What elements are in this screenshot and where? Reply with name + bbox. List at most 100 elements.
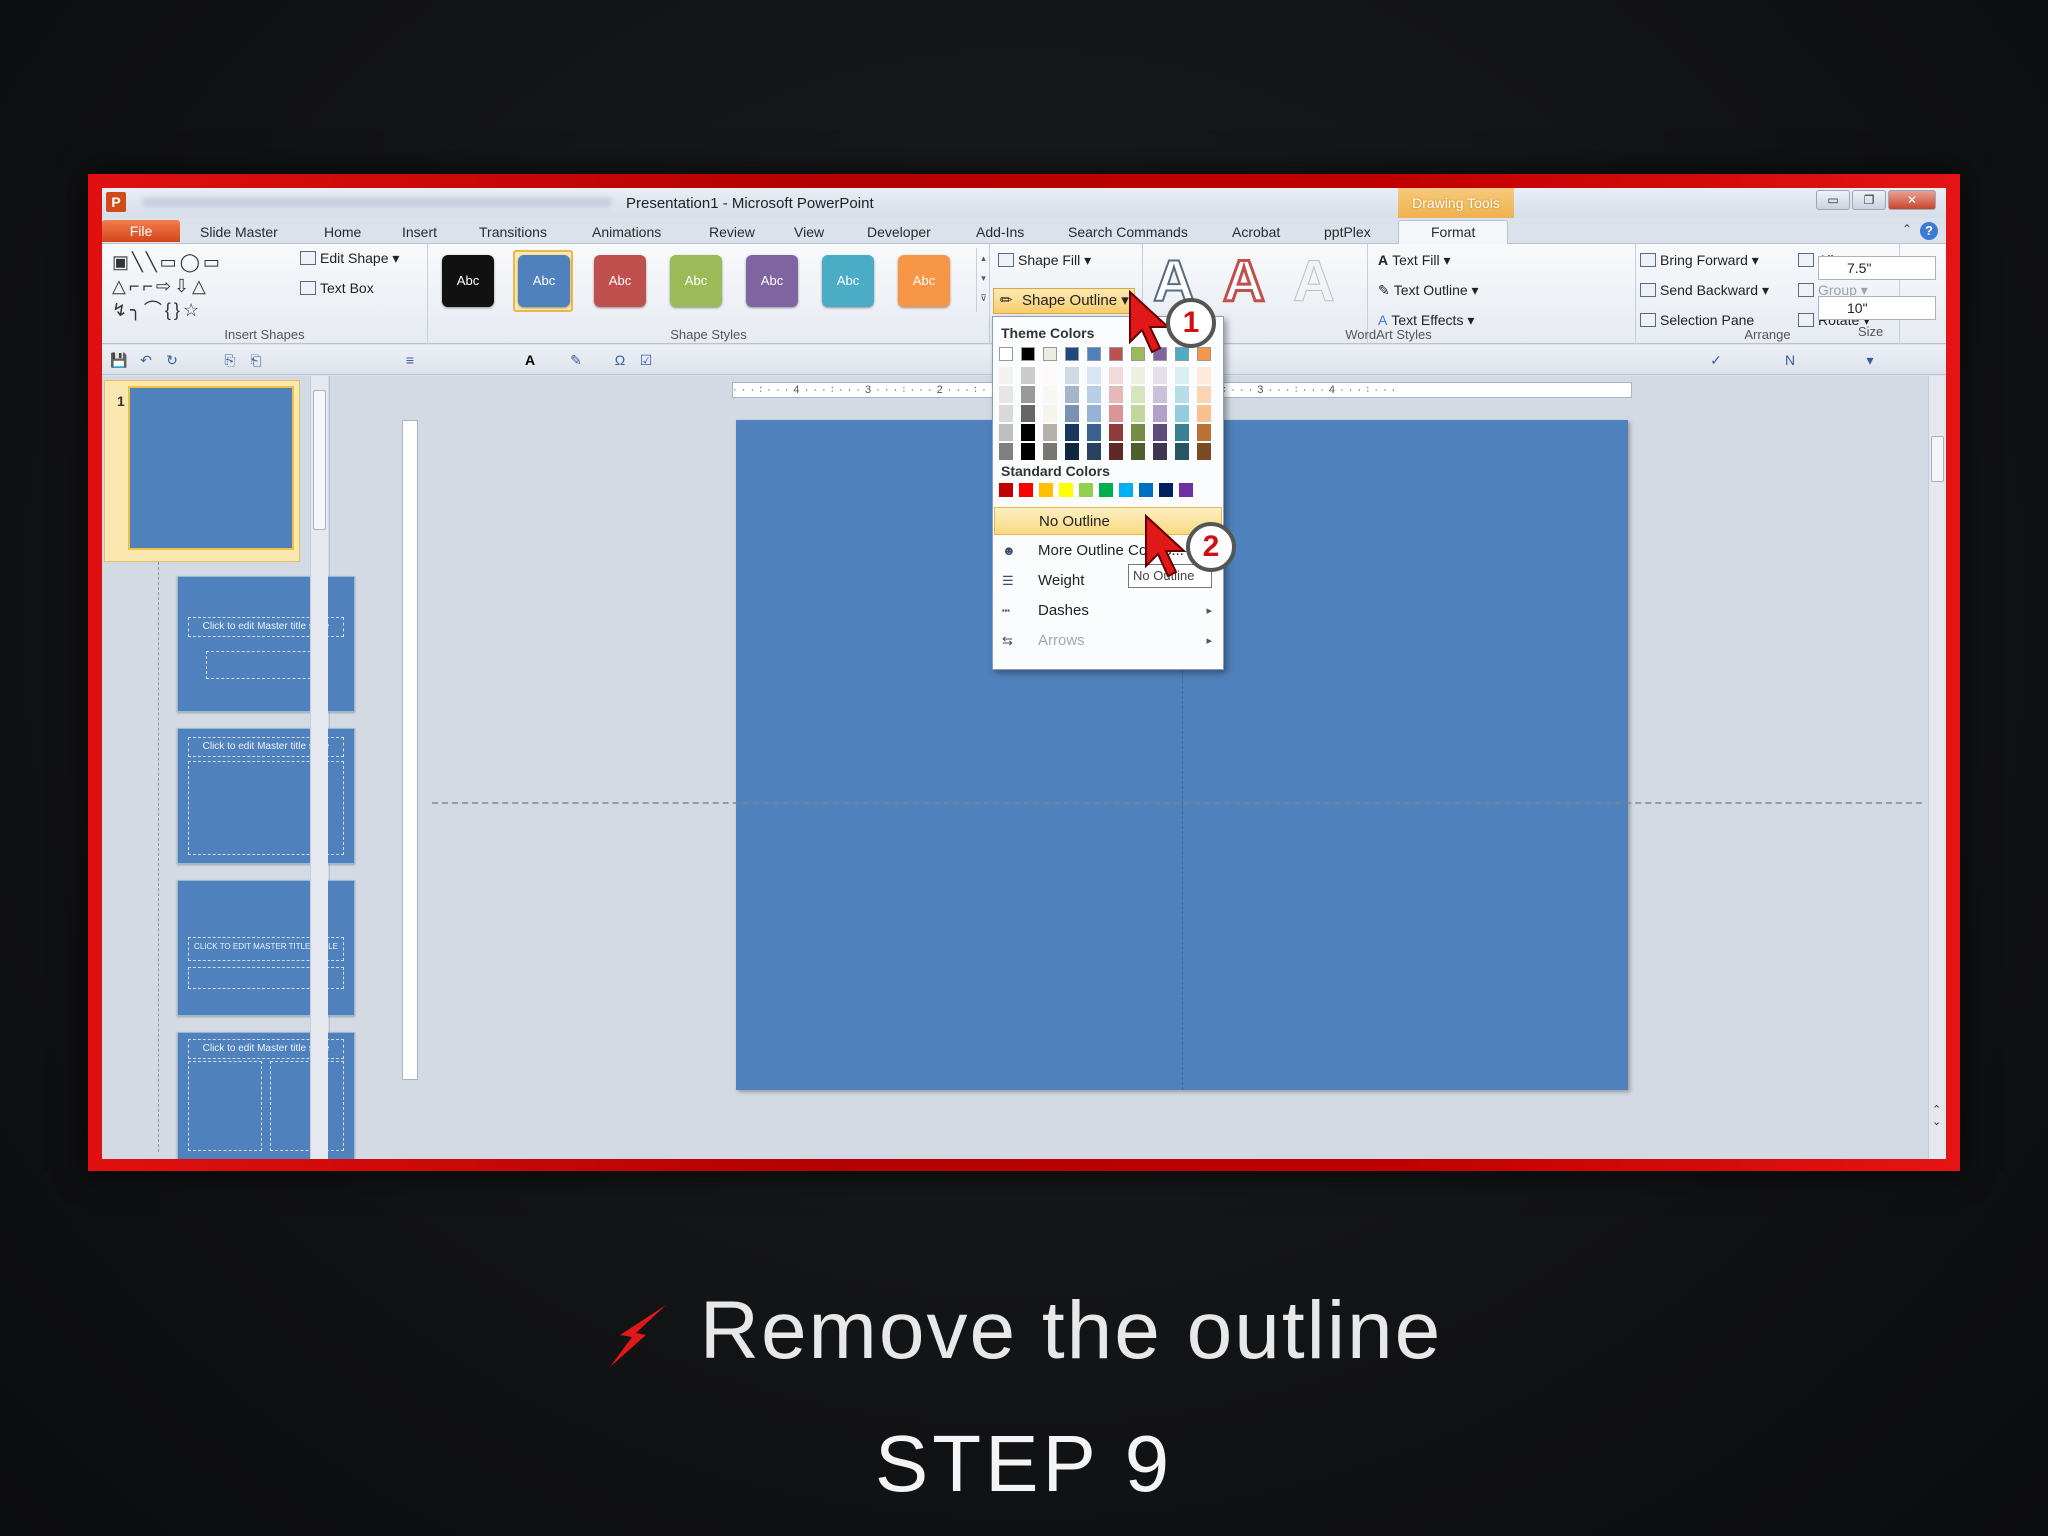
- menu-item-arrows[interactable]: ⇆ Arrows ▸: [994, 627, 1222, 655]
- shape-style-swatch[interactable]: Abc: [746, 255, 798, 307]
- redo-icon[interactable]: ↻: [164, 352, 180, 368]
- onenote-icon[interactable]: N: [1782, 352, 1798, 368]
- theme-color-shade[interactable]: [1065, 443, 1079, 460]
- height-spinner[interactable]: 7.5": [1818, 256, 1936, 280]
- tab-add-ins[interactable]: Add-Ins: [976, 221, 1024, 243]
- theme-color-shade[interactable]: [1065, 386, 1079, 403]
- theme-color-shade[interactable]: [1109, 443, 1123, 460]
- theme-color-shade[interactable]: [1109, 367, 1123, 384]
- theme-color-shade[interactable]: [1087, 386, 1101, 403]
- send-backward-button[interactable]: Send Backward ▾: [1640, 282, 1769, 299]
- theme-color-shade[interactable]: [1175, 367, 1189, 384]
- minimize-ribbon-icon[interactable]: ⌃: [1902, 222, 1912, 236]
- close-icon[interactable]: ✕: [1888, 190, 1936, 210]
- spelling-icon[interactable]: ✓: [1708, 352, 1724, 368]
- standard-color-swatch[interactable]: [1159, 483, 1173, 497]
- thumbnail-scroll-thumb[interactable]: [313, 390, 326, 530]
- tab-animations[interactable]: Animations: [592, 221, 661, 243]
- gallery-scroll[interactable]: ▴ ▾ ⊽: [976, 248, 990, 312]
- layout-thumbnail[interactable]: Click to edit Master title style: [177, 728, 355, 864]
- standard-color-swatch[interactable]: [999, 483, 1013, 497]
- theme-color-shade[interactable]: [1197, 405, 1211, 422]
- tab-pptplex[interactable]: pptPlex: [1324, 221, 1371, 243]
- bring-forward-button[interactable]: Bring Forward ▾: [1640, 252, 1759, 269]
- layout-thumbnail[interactable]: Click to edit Master title style: [177, 1032, 355, 1159]
- standard-color-swatch[interactable]: [1019, 483, 1033, 497]
- standard-color-swatch[interactable]: [1099, 483, 1113, 497]
- shape-style-swatch[interactable]: Abc: [822, 255, 874, 307]
- theme-color-shade[interactable]: [1175, 386, 1189, 403]
- theme-color-shade[interactable]: [1065, 367, 1079, 384]
- standard-color-swatch[interactable]: [1059, 483, 1073, 497]
- theme-color-shade[interactable]: [999, 367, 1013, 384]
- theme-color-swatch[interactable]: [1021, 347, 1035, 361]
- theme-color-shade[interactable]: [1153, 386, 1167, 403]
- minimize-icon[interactable]: ▭: [1816, 190, 1850, 210]
- theme-color-shade[interactable]: [1087, 367, 1101, 384]
- theme-color-shade[interactable]: [1131, 367, 1145, 384]
- edit-shape-button[interactable]: Edit Shape ▾: [300, 250, 399, 267]
- theme-color-shade[interactable]: [1197, 443, 1211, 460]
- standard-color-swatch[interactable]: [1119, 483, 1133, 497]
- theme-color-shade[interactable]: [1109, 405, 1123, 422]
- theme-color-shade[interactable]: [1043, 405, 1057, 422]
- tab-insert[interactable]: Insert: [402, 221, 437, 243]
- shape-style-swatch[interactable]: Abc: [898, 255, 950, 307]
- horizontal-guide[interactable]: [432, 802, 1922, 804]
- font-color-icon[interactable]: A: [522, 352, 538, 368]
- theme-color-shade[interactable]: [1131, 405, 1145, 422]
- shape-style-swatch[interactable]: Abc: [518, 255, 570, 307]
- powerpoint-app-icon[interactable]: P: [106, 192, 126, 212]
- layout-thumbnail[interactable]: Click to edit Master title style: [177, 576, 355, 712]
- checkbox-icon[interactable]: ☑: [638, 352, 654, 368]
- text-fill-button[interactable]: A Text Fill ▾: [1378, 252, 1451, 269]
- theme-color-shade[interactable]: [1021, 443, 1035, 460]
- theme-color-shade[interactable]: [1175, 424, 1189, 441]
- thumbnail-scrollbar[interactable]: [310, 376, 328, 1159]
- copy-icon[interactable]: ⎘: [222, 352, 238, 368]
- shape-fill-button[interactable]: Shape Fill ▾: [998, 252, 1091, 269]
- theme-color-shade[interactable]: [1131, 443, 1145, 460]
- shapes-gallery[interactable]: ▣╲╲▭◯▭ △⌐⌐⇨⇩△ ↯╮⌒{}☆: [112, 250, 282, 322]
- theme-color-shade[interactable]: [1043, 386, 1057, 403]
- theme-color-swatch[interactable]: [1109, 347, 1123, 361]
- help-icon[interactable]: ?: [1920, 222, 1938, 240]
- tab-search-commands[interactable]: Search Commands: [1068, 221, 1188, 243]
- theme-color-shade[interactable]: [1021, 386, 1035, 403]
- theme-color-shade[interactable]: [1131, 424, 1145, 441]
- slide-master-thumbnail[interactable]: [128, 386, 294, 550]
- theme-color-swatch[interactable]: [1197, 347, 1211, 361]
- undo-icon[interactable]: ↶: [138, 352, 154, 368]
- selection-pane-button[interactable]: Selection Pane: [1640, 312, 1754, 328]
- theme-color-shade[interactable]: [999, 443, 1013, 460]
- prev-next-slide-icon[interactable]: ⌃ ⌄: [1932, 1104, 1941, 1128]
- tab-review[interactable]: Review: [709, 221, 755, 243]
- theme-color-shade[interactable]: [1021, 424, 1035, 441]
- shape-outline-button[interactable]: ✏ Shape Outline ▾: [993, 288, 1135, 314]
- tab-acrobat[interactable]: Acrobat: [1232, 221, 1280, 243]
- text-box-button[interactable]: Text Box: [300, 280, 374, 296]
- save-icon[interactable]: 💾: [110, 352, 127, 368]
- theme-color-swatch[interactable]: [1087, 347, 1101, 361]
- shape-style-swatch[interactable]: Abc: [670, 255, 722, 307]
- tab-home[interactable]: Home: [324, 221, 361, 243]
- text-outline-button[interactable]: ✎ Text Outline ▾: [1378, 282, 1479, 299]
- theme-color-shade[interactable]: [1043, 424, 1057, 441]
- theme-color-shade[interactable]: [1065, 405, 1079, 422]
- theme-color-shade[interactable]: [1153, 405, 1167, 422]
- theme-color-shade[interactable]: [1175, 443, 1189, 460]
- theme-color-shade[interactable]: [1021, 367, 1035, 384]
- theme-color-shade[interactable]: [1065, 424, 1079, 441]
- tab-view[interactable]: View: [794, 221, 824, 243]
- paste-icon[interactable]: ⎗: [248, 352, 264, 368]
- standard-color-swatch[interactable]: [1039, 483, 1053, 497]
- theme-color-shade[interactable]: [1197, 386, 1211, 403]
- restore-icon[interactable]: ❐: [1852, 190, 1886, 210]
- theme-color-shade[interactable]: [1043, 367, 1057, 384]
- theme-color-shade[interactable]: [1109, 424, 1123, 441]
- standard-color-swatch[interactable]: [1079, 483, 1093, 497]
- customize-qat-icon[interactable]: ▾: [1862, 352, 1878, 368]
- menu-item-dashes[interactable]: ┅ Dashes ▸: [994, 597, 1222, 625]
- theme-color-shade[interactable]: [1153, 424, 1167, 441]
- theme-color-shade[interactable]: [1175, 405, 1189, 422]
